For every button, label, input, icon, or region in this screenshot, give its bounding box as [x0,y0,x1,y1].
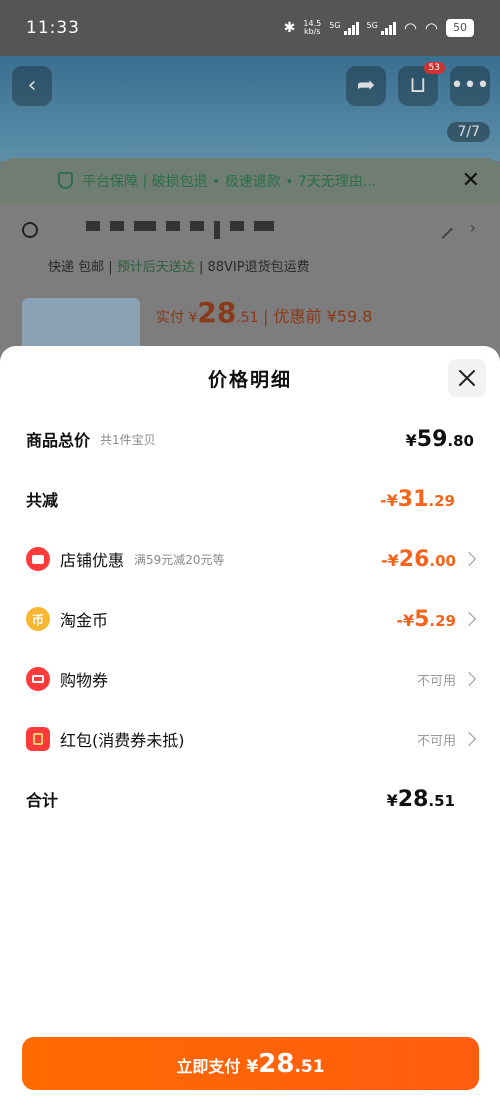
status-bar: 11:33 ✱ 14.5 kb/s 5G 5G ◠ ◠ 50 [0,0,500,56]
close-icon [459,370,475,386]
signal-icon: 5G [367,21,396,35]
row-store-discount[interactable]: 店铺优惠 满59元减20元等 -¥ 26.00 [0,537,500,581]
row-sum: 合计 ¥28.51 [26,786,455,812]
image-counter: 7/7 [447,122,490,142]
coin-icon: 币 [26,607,50,631]
wifi-icon: ◠ [403,19,417,37]
voucher-status: 不可用 [416,673,456,689]
chevron-right-icon [461,551,477,567]
store-discount-amount: -¥ 26.00 [381,546,456,572]
guarantee-bar: 平台保障 | 破损包退 • 极速退款 • 7天无理由... ✕ [0,158,500,204]
address-row[interactable]: › [0,204,500,256]
wifi-icon: ◠ [424,19,438,37]
modal-title: 价格明细 [207,369,292,391]
bluetooth-icon: ✱ [283,20,296,36]
pay-price: 实付 ¥28.51 | 优惠前 ¥59.8 [156,296,373,329]
coupon-icon [26,667,50,691]
row-shopping-voucher[interactable]: 购物券 不可用 [0,657,500,701]
close-icon[interactable]: ✕ [462,168,480,193]
back-button[interactable]: ‹ [12,66,52,106]
price-detail-modal: 价格明细 商品总价 共1件宝贝 ¥59.80 共减 -¥ 31.29 店铺优惠 满… [0,346,500,1111]
pay-now-button[interactable]: 立即支付 ¥28.51 [22,1037,479,1090]
shipping-info: 快递 包邮 | 预计后天送达 | 88VIP退货包运费 [48,260,310,275]
status-icons: ✱ 14.5 kb/s 5G 5G ◠ ◠ 50 [284,19,474,37]
chevron-right-icon [461,611,477,627]
coin-amount: -¥ 5.29 [396,606,456,632]
shield-icon [58,172,73,189]
more-button[interactable]: ••• [450,66,490,106]
battery-icon: 50 [446,19,474,37]
row-discount: 共减 -¥ 31.29 [26,486,455,512]
sum-amount: ¥28.51 [386,786,455,812]
chevron-right-icon [461,731,477,747]
signal-icon: 5G [329,21,359,35]
product-header: ‹ ➦ ⊔ 53 ••• 7/7 [0,56,500,161]
row-total: 商品总价 共1件宝贝 ¥59.80 [26,426,474,452]
clock: 11:33 [26,18,80,38]
discount-amount: -¥ 31.29 [380,486,455,512]
edit-icon[interactable] [433,219,453,239]
product-page-backdrop: ‹ ➦ ⊔ 53 ••• 7/7 平台保障 | 破损包退 • 极速退款 • 7天… [0,56,500,358]
network-speed: 14.5 kb/s [303,19,322,36]
red-packet-icon [26,727,50,751]
total-amount: ¥59.80 [405,426,474,452]
address-text [86,221,274,239]
red-packet-status: 不可用 [416,733,456,749]
chevron-right-icon: › [469,218,476,237]
share-button[interactable]: ➦ [346,66,386,106]
cart-badge: 53 [423,62,445,74]
row-red-packet[interactable]: 红包(消费券未抵) 不可用 [0,717,500,761]
close-button[interactable] [448,359,486,397]
store-icon [26,547,50,571]
row-taojinbi[interactable]: 币 淘金币 -¥ 5.29 [0,597,500,641]
location-icon [22,222,38,238]
chevron-right-icon [461,671,477,687]
